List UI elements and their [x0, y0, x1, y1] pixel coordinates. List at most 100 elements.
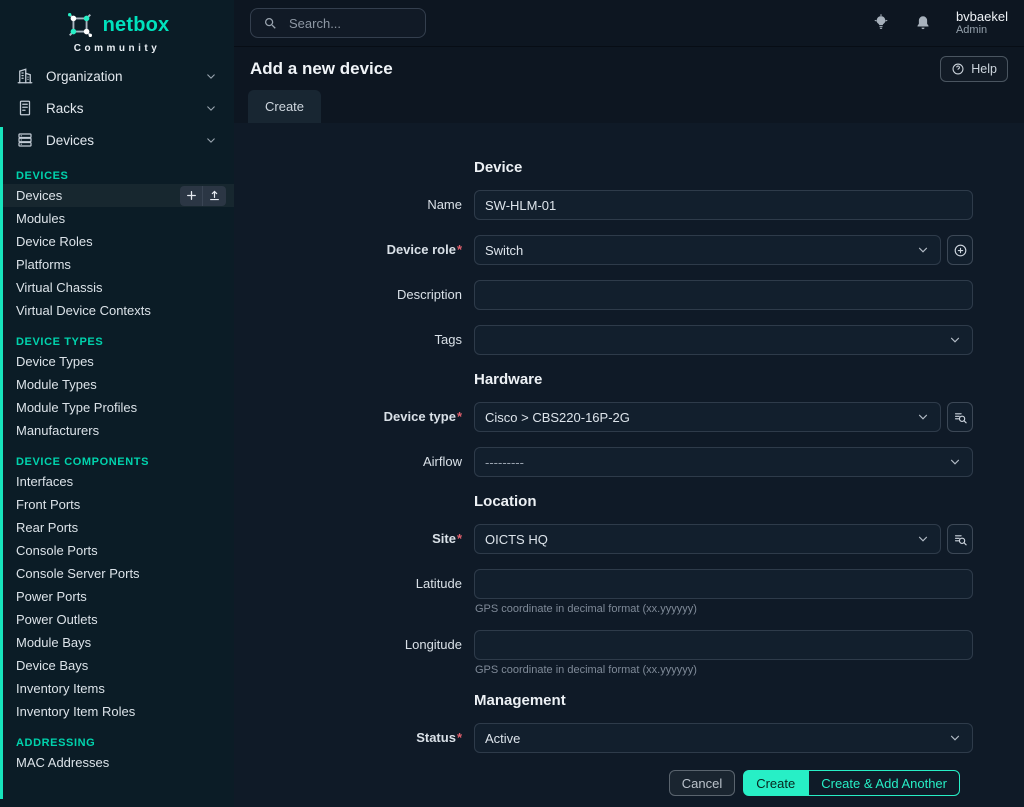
sidebar-item-inventory-item-roles[interactable]: Inventory Item Roles: [0, 700, 234, 723]
sidebar-item-devices[interactable]: Devices: [0, 184, 234, 207]
sidebar-item-mac-addresses[interactable]: MAC Addresses: [0, 751, 234, 774]
field-cell: [474, 325, 973, 355]
longitude-helper-text: GPS coordinate in decimal format (xx.yyy…: [474, 664, 973, 676]
sidebar-item-label: Inventory Items: [16, 681, 105, 696]
chevron-down-icon: [948, 333, 962, 347]
brand-subtitle: Community: [0, 43, 234, 54]
sidebar-item-modules[interactable]: Modules: [0, 207, 234, 230]
description-input[interactable]: [474, 280, 973, 310]
server-stack-icon: [16, 131, 34, 149]
sidebar-item-power-ports[interactable]: Power Ports: [0, 585, 234, 608]
nav-group-organization[interactable]: Organization: [0, 60, 234, 92]
add-device-role-button[interactable]: [947, 235, 973, 265]
sidebar-item-front-ports[interactable]: Front Ports: [0, 493, 234, 516]
nav-group-label: Devices: [46, 133, 94, 148]
sidebar-item-inventory-items[interactable]: Inventory Items: [0, 677, 234, 700]
brand-name: netbox: [103, 14, 170, 37]
lookup-site-button[interactable]: [947, 524, 973, 554]
nav-group-racks[interactable]: Racks: [0, 92, 234, 124]
sidebar-top-items: Organization Racks Devices: [0, 60, 234, 156]
form-row-longitude: Longitude GPS coordinate in decimal forma…: [234, 630, 1024, 676]
sidebar-item-console-server-ports[interactable]: Console Server Ports: [0, 562, 234, 585]
lookup-device-type-button[interactable]: [947, 402, 973, 432]
sidebar-item-label: Console Server Ports: [16, 566, 140, 581]
field-label-longitude: Longitude: [234, 630, 462, 676]
chevron-down-icon: [202, 102, 220, 115]
device-role-select[interactable]: Switch: [474, 235, 941, 265]
bell-icon[interactable]: [914, 14, 932, 32]
site-select[interactable]: OICTS HQ: [474, 524, 941, 554]
sidebar-item-module-types[interactable]: Module Types: [0, 373, 234, 396]
topbar: bvbaekel Admin: [234, 0, 1024, 47]
sidebar-item-label: Module Bays: [16, 635, 91, 650]
name-input[interactable]: [474, 190, 973, 220]
nav-group-devices[interactable]: Devices: [0, 124, 234, 156]
sidebar-item-device-roles[interactable]: Device Roles: [0, 230, 234, 253]
latitude-helper-text: GPS coordinate in decimal format (xx.yyy…: [474, 603, 973, 615]
chevron-down-icon: [948, 731, 962, 745]
sidebar-section-header-device-types: DEVICE TYPES: [0, 336, 234, 348]
required-asterisk: *: [457, 531, 462, 546]
sidebar-item-label: Power Outlets: [16, 612, 98, 627]
create-and-add-another-button[interactable]: Create & Add Another: [808, 770, 960, 796]
global-search[interactable]: [250, 8, 426, 38]
field-cell: GPS coordinate in decimal format (xx.yyy…: [474, 569, 973, 615]
active-section-stripe: [0, 127, 3, 799]
sidebar-item-rear-ports[interactable]: Rear Ports: [0, 516, 234, 539]
field-cell: [474, 280, 973, 310]
field-cell: GPS coordinate in decimal format (xx.yyy…: [474, 630, 973, 676]
chevron-down-icon: [916, 410, 930, 424]
chevron-down-icon: [916, 532, 930, 546]
latitude-input[interactable]: [474, 569, 973, 599]
tab-create[interactable]: Create: [248, 90, 321, 123]
create-button[interactable]: Create: [743, 770, 808, 796]
form-row-name: Name: [234, 190, 1024, 220]
sidebar-item-virtual-device-contexts[interactable]: Virtual Device Contexts: [0, 299, 234, 322]
chevron-down-icon: [948, 455, 962, 469]
sidebar-item-console-ports[interactable]: Console Ports: [0, 539, 234, 562]
required-asterisk: *: [457, 730, 462, 745]
help-button[interactable]: Help: [940, 56, 1008, 82]
cancel-button[interactable]: Cancel: [669, 770, 735, 796]
form-row-tags: Tags: [234, 325, 1024, 355]
plus-icon: [185, 189, 198, 202]
form-panel: DeviceNameDevice role*SwitchDescriptionT…: [234, 123, 1024, 807]
form-section-heading-management: Management: [474, 692, 1024, 709]
sidebar-item-virtual-chassis[interactable]: Virtual Chassis: [0, 276, 234, 299]
sidebar-sections: DEVICESDevicesModulesDevice RolesPlatfor…: [0, 170, 234, 774]
sidebar-item-power-outlets[interactable]: Power Outlets: [0, 608, 234, 631]
sidebar-item-device-bays[interactable]: Device Bays: [0, 654, 234, 677]
sidebar-item-platforms[interactable]: Platforms: [0, 253, 234, 276]
sidebar-item-label: Device Types: [16, 354, 94, 369]
import-devices-button[interactable]: [203, 186, 226, 206]
sidebar-item-module-type-profiles[interactable]: Module Type Profiles: [0, 396, 234, 419]
lightbulb-icon[interactable]: [872, 14, 890, 32]
field-cell: OICTS HQ: [474, 524, 973, 554]
brand-logo[interactable]: netbox Community: [0, 0, 234, 60]
status-select[interactable]: Active: [474, 723, 973, 753]
list-search-icon: [953, 410, 968, 425]
form-row-airflow: Airflow---------: [234, 447, 1024, 477]
sidebar-item-label: Inventory Item Roles: [16, 704, 135, 719]
longitude-input[interactable]: [474, 630, 973, 660]
sidebar-item-label: Platforms: [16, 257, 71, 272]
search-input[interactable]: [287, 15, 413, 32]
tags-select[interactable]: [474, 325, 973, 355]
sidebar-item-module-bays[interactable]: Module Bays: [0, 631, 234, 654]
form-row-latitude: LatitudeGPS coordinate in decimal format…: [234, 569, 1024, 615]
sidebar-item-label: Device Bays: [16, 658, 88, 673]
nav-group-label: Organization: [46, 69, 123, 84]
user-menu[interactable]: bvbaekel Admin: [956, 9, 1008, 38]
airflow-select[interactable]: ---------: [474, 447, 973, 477]
building-icon: [16, 67, 34, 85]
sidebar-item-device-types[interactable]: Device Types: [0, 350, 234, 373]
form-section-heading-location: Location: [474, 493, 1024, 510]
device-type-select[interactable]: Cisco > CBS220-16P-2G: [474, 402, 941, 432]
sidebar-item-label: Console Ports: [16, 543, 98, 558]
sidebar-item-interfaces[interactable]: Interfaces: [0, 470, 234, 493]
add-devices-button[interactable]: [180, 186, 203, 206]
selected-value: OICTS HQ: [485, 532, 548, 547]
sidebar-item-manufacturers[interactable]: Manufacturers: [0, 419, 234, 442]
field-label-device-type: Device type*: [234, 402, 462, 432]
form-section-heading-device: Device: [474, 159, 1024, 176]
